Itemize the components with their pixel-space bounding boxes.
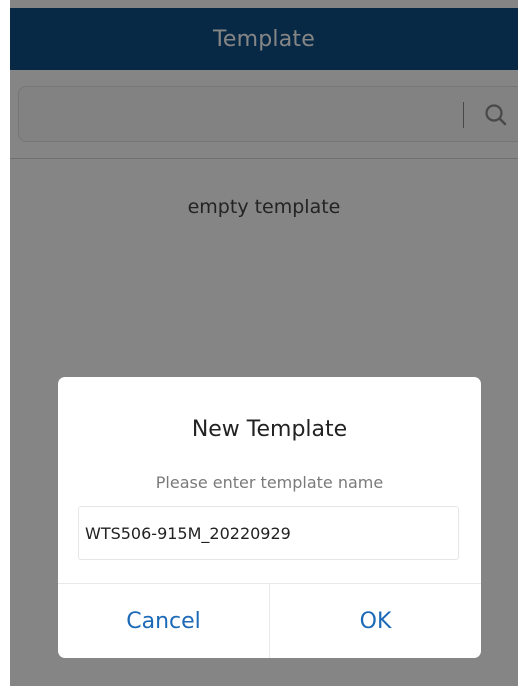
ok-button[interactable]: OK — [269, 584, 481, 658]
template-name-input[interactable] — [78, 506, 459, 560]
dialog-title: New Template — [191, 417, 348, 442]
dialog-actions: Cancel OK — [58, 583, 481, 658]
cancel-button[interactable]: Cancel — [58, 584, 269, 658]
new-template-dialog: New Template Please enter template name … — [58, 377, 481, 658]
dialog-subtitle: Please enter template name — [155, 473, 384, 492]
